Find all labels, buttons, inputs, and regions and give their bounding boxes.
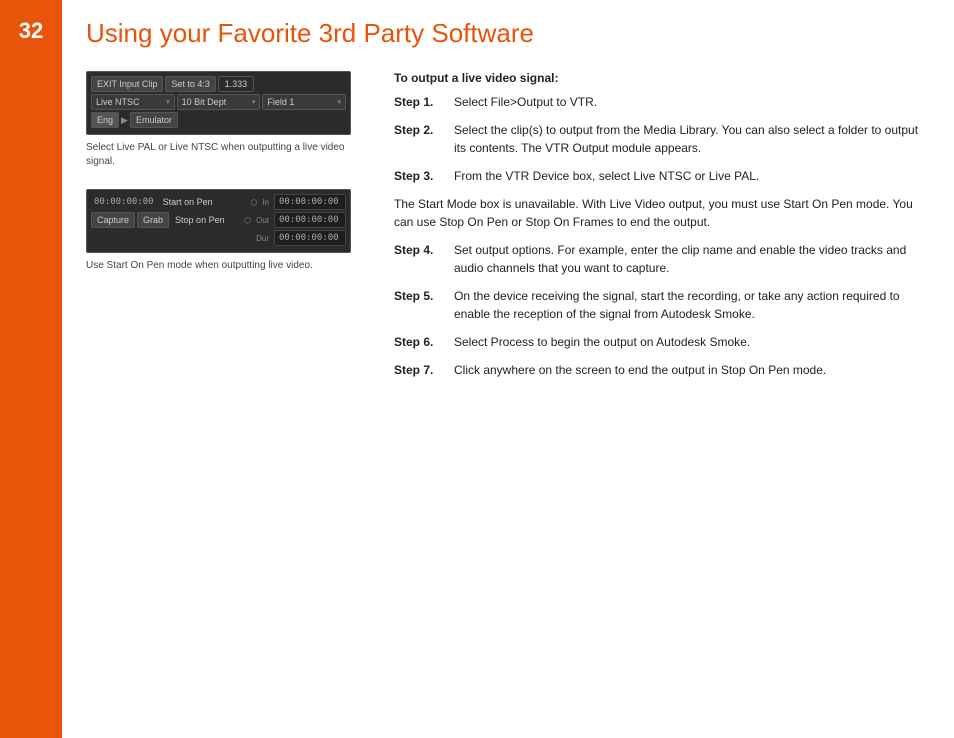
section-title: To output a live video signal: bbox=[394, 71, 924, 85]
main-content: Using your Favorite 3rd Party Software E… bbox=[62, 0, 954, 738]
field-select: Field 1 ▾ bbox=[262, 94, 346, 110]
screenshot-panel-2: 00:00:00:00 Start on Pen ⬡ In 00:00:00:0… bbox=[86, 189, 351, 253]
emulator-btn: Emulator bbox=[130, 112, 178, 128]
caption-1: Select Live PAL or Live NTSC when output… bbox=[86, 141, 351, 169]
step-2-label: Step 2. bbox=[394, 121, 446, 157]
caption-2: Use Start On Pen mode when outputting li… bbox=[86, 259, 351, 273]
out-timecode-value: 00:00:00:00 bbox=[274, 212, 346, 228]
dur-label: Dur bbox=[253, 233, 272, 244]
step-1-label: Step 1. bbox=[394, 93, 446, 111]
capture-btn: Capture bbox=[91, 212, 135, 228]
step-5: Step 5. On the device receiving the sign… bbox=[394, 287, 924, 323]
set-to-btn: Set to 4:3 bbox=[165, 76, 216, 92]
page-number: 32 bbox=[19, 18, 43, 44]
step-3-text: From the VTR Device box, select Live NTS… bbox=[454, 167, 759, 185]
step-7-label: Step 7. bbox=[394, 361, 446, 379]
screen2-row-3: Dur 00:00:00:00 bbox=[91, 230, 346, 246]
step-5-label: Step 5. bbox=[394, 287, 446, 323]
ratio-value: 1.333 bbox=[218, 76, 254, 92]
step-4: Step 4. Set output options. For example,… bbox=[394, 241, 924, 277]
live-ntsc-select: Live NTSC ▾ bbox=[91, 94, 175, 110]
step-6: Step 6. Select Process to begin the outp… bbox=[394, 333, 924, 351]
step-7: Step 7. Click anywhere on the screen to … bbox=[394, 361, 924, 379]
step-7-text: Click anywhere on the screen to end the … bbox=[454, 361, 826, 379]
page-title: Using your Favorite 3rd Party Software bbox=[86, 18, 924, 49]
step-3-label: Step 3. bbox=[394, 167, 446, 185]
step-1-text: Select File>Output to VTR. bbox=[454, 93, 597, 111]
stop-on-pen-label: Stop on Pen bbox=[171, 213, 242, 227]
bit-depth-select: 10 Bit Dept ▾ bbox=[177, 94, 261, 110]
sidebar: 32 bbox=[0, 0, 62, 738]
right-column: To output a live video signal: Step 1. S… bbox=[394, 71, 924, 389]
exit-input-clip-btn: EXIT Input Clip bbox=[91, 76, 163, 92]
eng-btn: Eng bbox=[91, 112, 119, 128]
step-5-text: On the device receiving the signal, star… bbox=[454, 287, 924, 323]
grab-btn: Grab bbox=[137, 212, 169, 228]
dur-timecode-value: 00:00:00:00 bbox=[274, 230, 346, 246]
screen-row-2: Live NTSC ▾ 10 Bit Dept ▾ Field 1 ▾ bbox=[91, 94, 346, 110]
step-6-text: Select Process to begin the output on Au… bbox=[454, 333, 750, 351]
screen-row-1: EXIT Input Clip Set to 4:3 1.333 bbox=[91, 76, 346, 92]
step-3: Step 3. From the VTR Device box, select … bbox=[394, 167, 924, 185]
in-label: In bbox=[259, 197, 272, 208]
content-columns: EXIT Input Clip Set to 4:3 1.333 Live NT… bbox=[86, 71, 924, 389]
step-4-label: Step 4. bbox=[394, 241, 446, 277]
left-column: EXIT Input Clip Set to 4:3 1.333 Live NT… bbox=[86, 71, 366, 389]
start-timecode: 00:00:00:00 bbox=[91, 195, 157, 209]
step-4-text: Set output options. For example, enter t… bbox=[454, 241, 924, 277]
in-timecode-value: 00:00:00:00 bbox=[274, 194, 346, 210]
out-label: Out bbox=[253, 215, 272, 226]
step-6-label: Step 6. bbox=[394, 333, 446, 351]
screen-row-3: Eng ▶ Emulator bbox=[91, 112, 346, 128]
step-1: Step 1. Select File>Output to VTR. bbox=[394, 93, 924, 111]
step-2-text: Select the clip(s) to output from the Me… bbox=[454, 121, 924, 157]
screen2-row-1: 00:00:00:00 Start on Pen ⬡ In 00:00:00:0… bbox=[91, 194, 346, 210]
step-2: Step 2. Select the clip(s) to output fro… bbox=[394, 121, 924, 157]
screen2-row-2: Capture Grab Stop on Pen ⬡ Out 00:00:00:… bbox=[91, 212, 346, 228]
screenshot-panel-1: EXIT Input Clip Set to 4:3 1.333 Live NT… bbox=[86, 71, 351, 135]
start-on-pen-label: Start on Pen bbox=[159, 195, 249, 209]
note-block: The Start Mode box is unavailable. With … bbox=[394, 195, 924, 231]
